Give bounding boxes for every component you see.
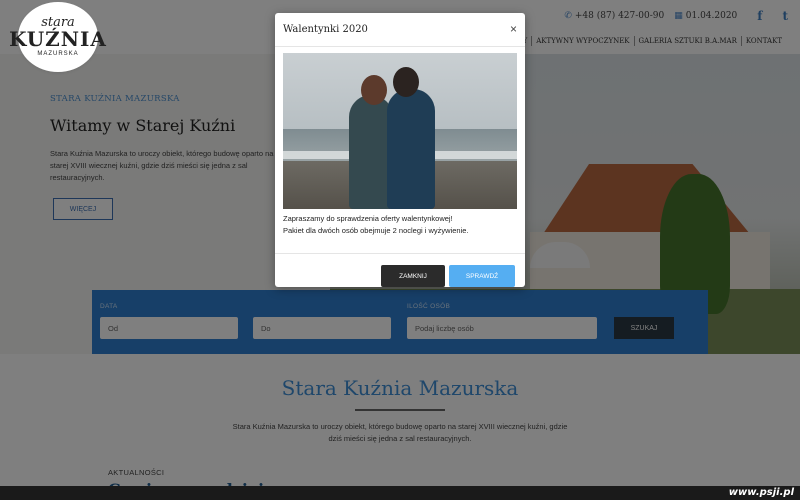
watermark: www.psji.pl [728,487,794,498]
modal-header: Walentynki 2020 × [275,13,525,47]
modal-footer-divider [275,253,525,254]
watermark-strip [0,486,800,500]
couple-photo [283,53,517,209]
close-icon[interactable]: × [510,22,517,36]
close-button[interactable]: ZAMKNIJ [381,265,445,287]
promo-modal: Walentynki 2020 × Zapraszamy do sprawdze… [275,13,525,287]
check-offer-button[interactable]: SPRAWDŹ [449,265,515,287]
site-logo[interactable]: stara KUŹNIA MAZURSKA [9,2,106,72]
photo-head-woman [361,75,387,105]
modal-line-2: Pakiet dla dwóch osób obejmuje 2 noclegi… [283,225,469,235]
photo-head-man [393,67,419,97]
logo-bottom-text: MAZURSKA [37,51,79,57]
modal-title: Walentynki 2020 [283,24,368,35]
modal-line-1: Zapraszamy do sprawdzenia oferty walenty… [283,214,453,223]
logo-main-text: KUŹNIA [9,27,107,51]
photo-person-man [387,89,435,209]
modal-body-text: Zapraszamy do sprawdzenia oferty walenty… [283,213,519,236]
